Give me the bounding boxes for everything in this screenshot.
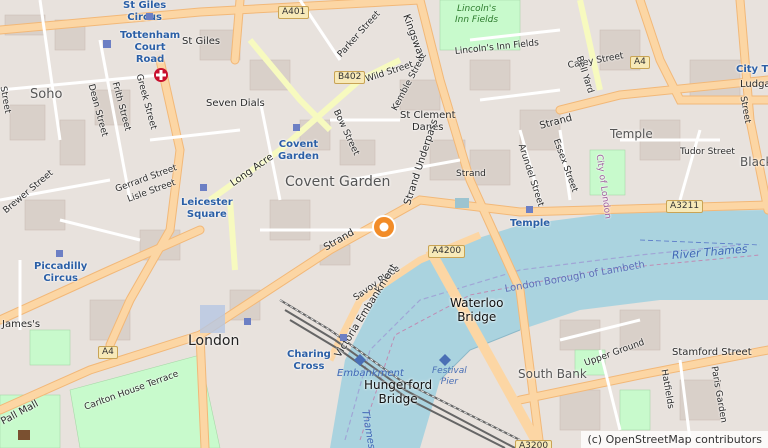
station-square-icon	[200, 184, 207, 191]
anchor-icon	[354, 354, 366, 366]
map-attribution[interactable]: (c) OpenStreetMap contributors	[581, 431, 768, 448]
station-square-icon	[146, 13, 153, 20]
castle-icon	[18, 430, 30, 440]
label-hungerford-bridge: Hungerford Bridge	[364, 378, 433, 406]
park-lincolns-inn-fields: Lincoln's Inn Fields	[455, 4, 499, 25]
label-festival-pier: Festival Pier	[432, 366, 467, 387]
station-square-icon	[526, 206, 533, 213]
station-square-icon	[340, 334, 347, 341]
station-square-icon	[293, 124, 300, 131]
map-view[interactable]: Soho Covent Garden Seven Dials St Giles …	[0, 0, 768, 448]
location-pin-icon[interactable]	[370, 213, 398, 241]
anchor-icon	[439, 354, 451, 366]
station-square-icon	[244, 318, 251, 325]
label-waterloo-bridge: Waterloo Bridge	[450, 296, 504, 324]
station-square-icon	[56, 250, 63, 257]
station-square-icon	[103, 40, 111, 48]
